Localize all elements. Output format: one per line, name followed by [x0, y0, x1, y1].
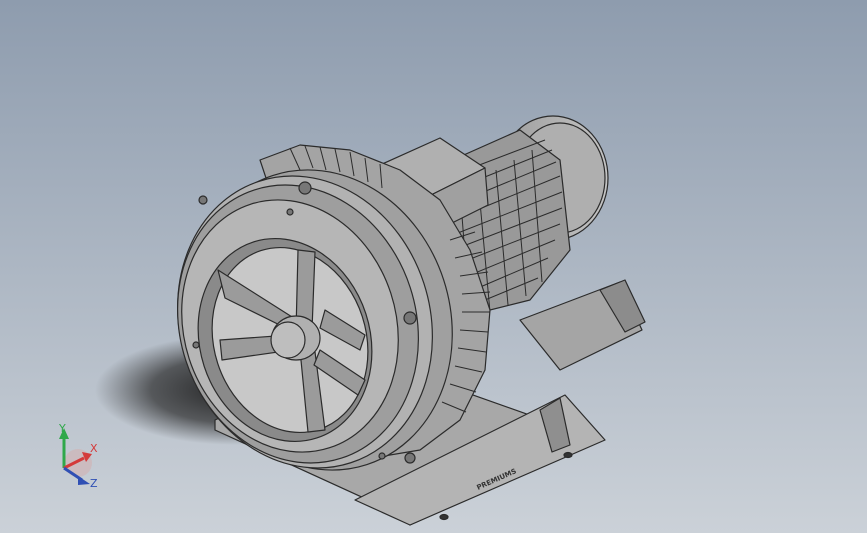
z-axis-label: Z — [90, 477, 98, 490]
y-axis-label: Y — [58, 422, 66, 435]
x-axis-label: X — [90, 442, 98, 455]
viewport-canvas[interactable]: PREMIUMS Y X Z — [0, 0, 867, 533]
graphics-viewport[interactable]: PREMIUMS Y X Z — [0, 0, 867, 533]
